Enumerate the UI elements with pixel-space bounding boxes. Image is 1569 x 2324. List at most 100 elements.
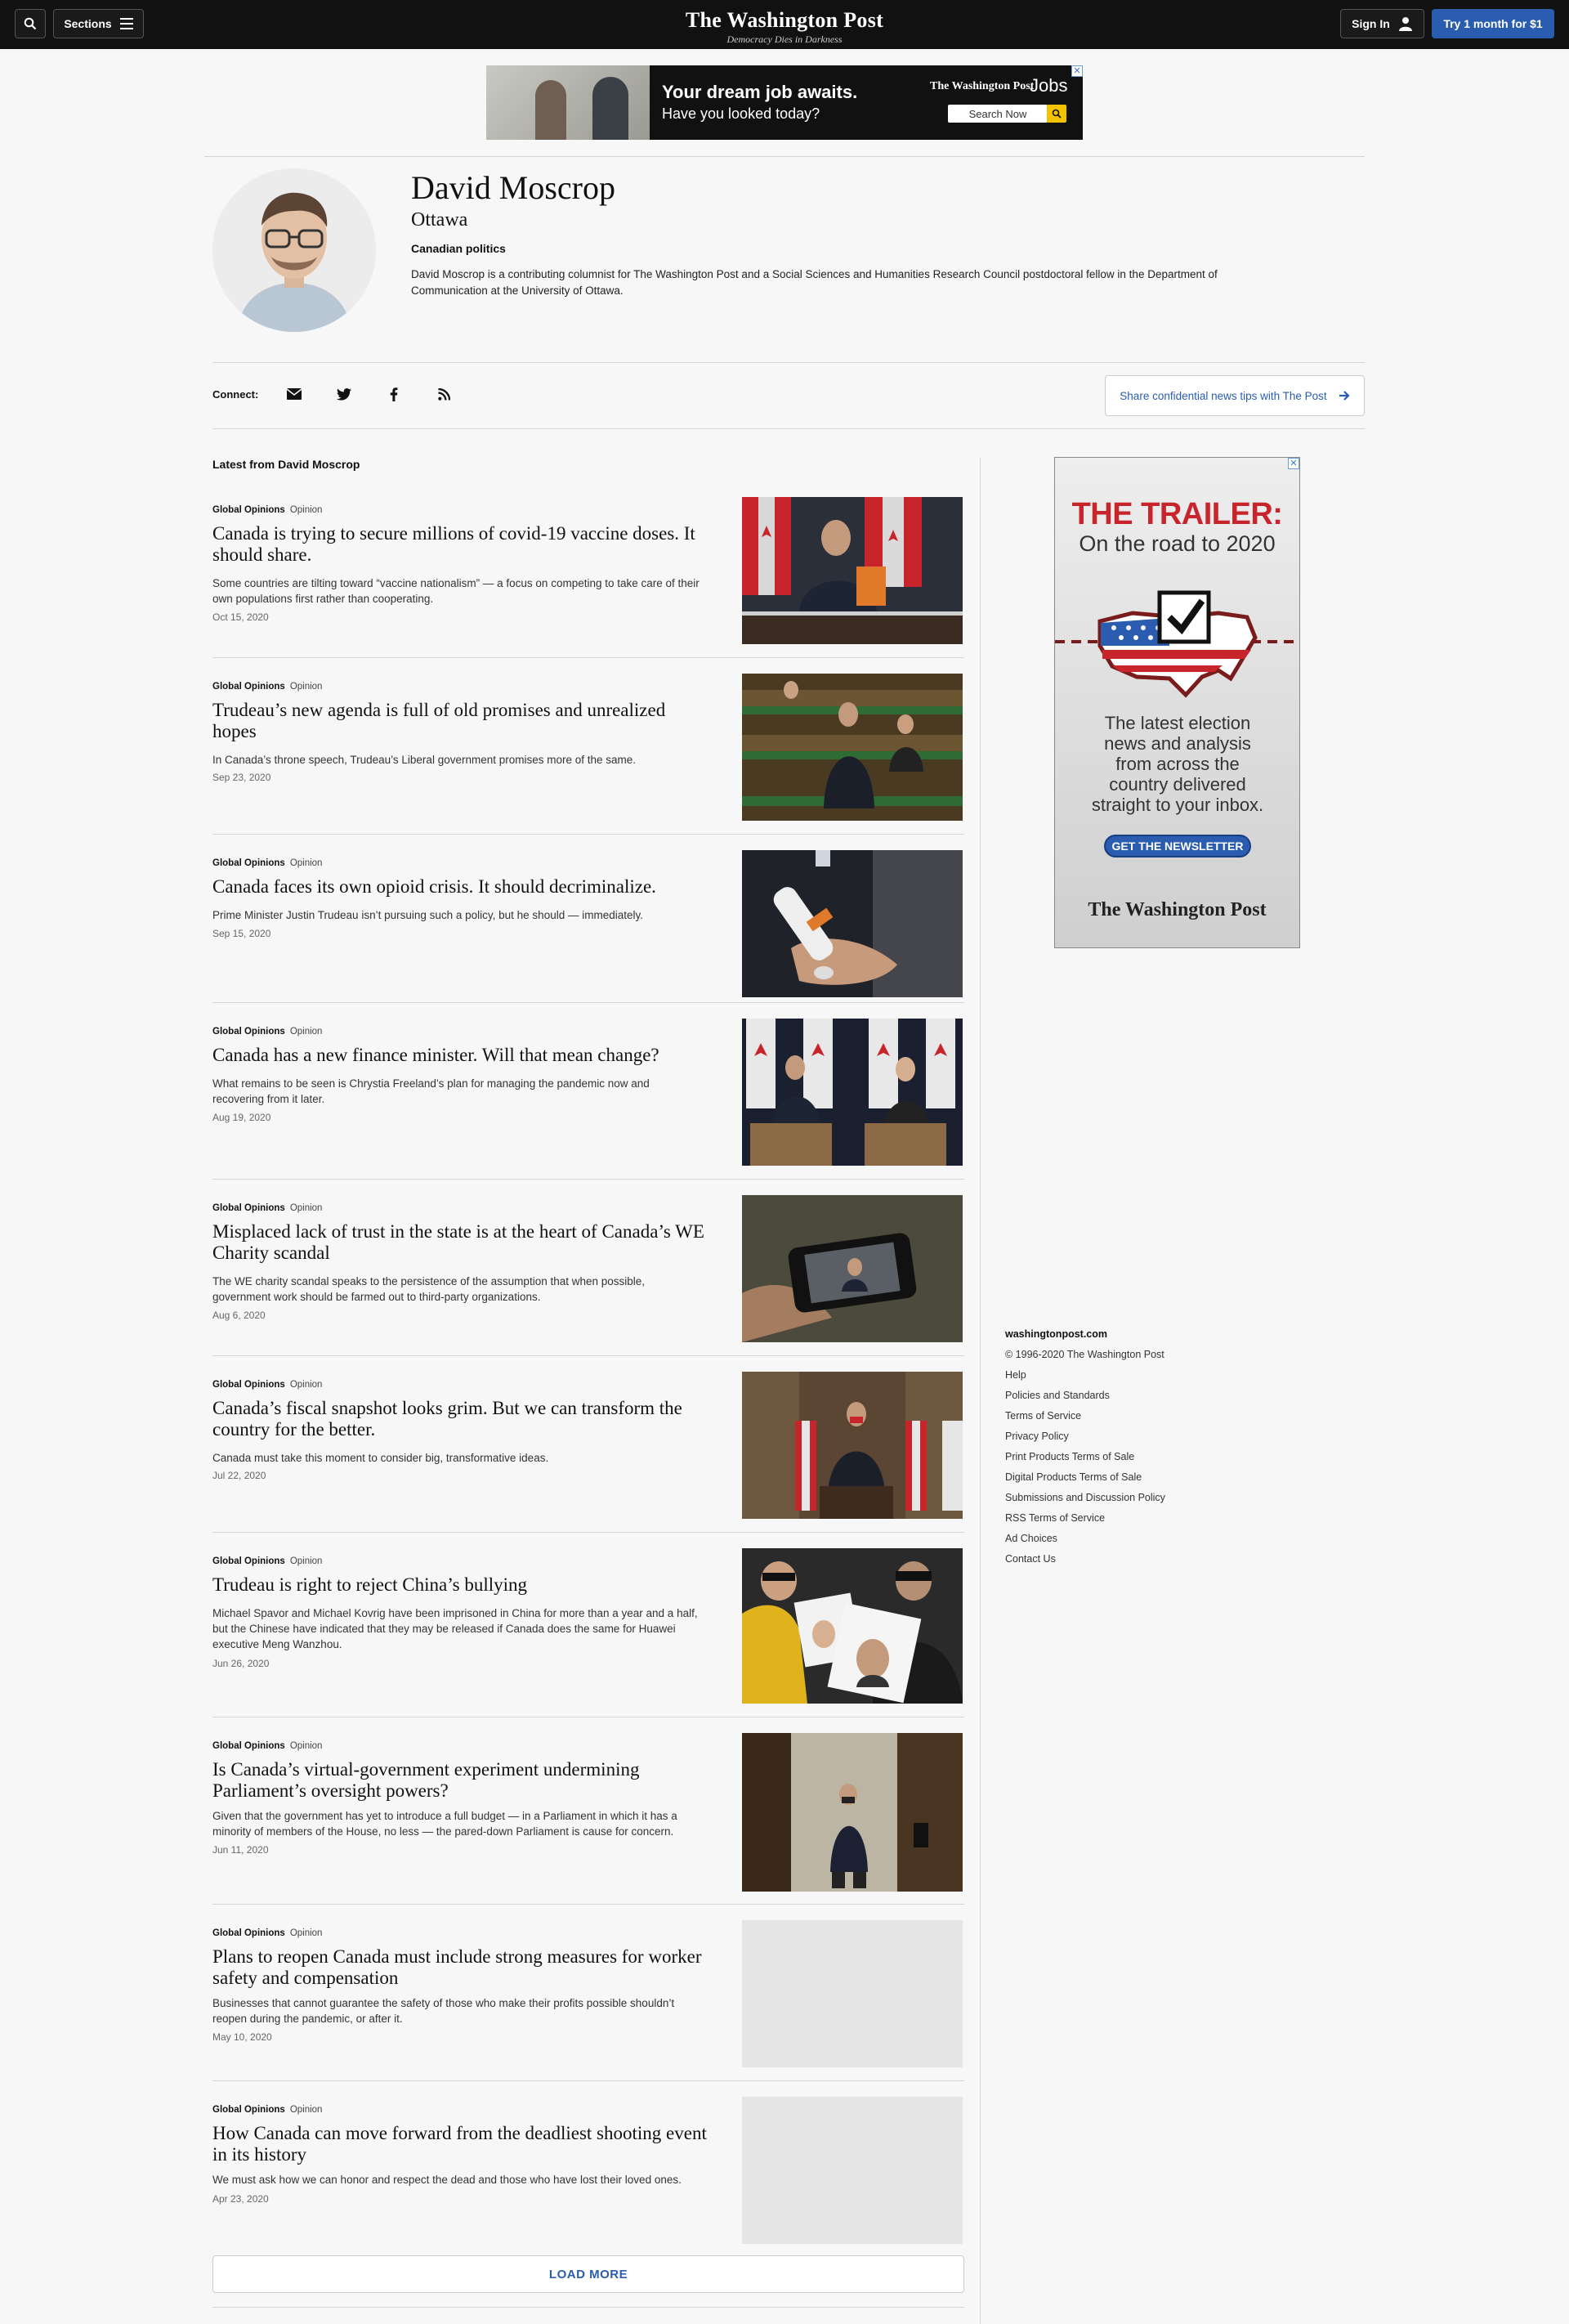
arrow-right-icon: [1339, 391, 1350, 401]
footer-link-submissions[interactable]: Submissions and Discussion Policy: [1005, 1492, 1250, 1512]
article-headline[interactable]: Misplaced lack of trust in the state is …: [212, 1221, 711, 1264]
article-headline[interactable]: How Canada can move forward from the dea…: [212, 2123, 711, 2165]
article-blurb: The WE charity scandal speaks to the per…: [212, 1275, 646, 1303]
article-divider: [212, 2080, 964, 2081]
article-type: Opinion: [289, 2105, 323, 2115]
article-divider: [212, 834, 964, 835]
article-headline[interactable]: Is Canada’s virtual-government experimen…: [212, 1759, 711, 1802]
load-more-button[interactable]: LOAD MORE: [212, 2255, 964, 2293]
divider: [204, 156, 1365, 157]
connect-label: Connect:: [212, 388, 259, 401]
article-type: Opinion: [289, 1380, 323, 1390]
footer-link-policies[interactable]: Policies and Standards: [1005, 1390, 1250, 1410]
ad-headline: Your dream job awaits.: [662, 82, 858, 102]
search-icon: [24, 17, 37, 30]
subscribe-button[interactable]: Try 1 month for $1: [1432, 9, 1554, 38]
footer-link-print-terms[interactable]: Print Products Terms of Sale: [1005, 1451, 1250, 1471]
article-thumbnail[interactable]: [742, 1019, 963, 1166]
article-section-link[interactable]: Global Opinions: [212, 1741, 285, 1751]
article-section-link[interactable]: Global Opinions: [212, 1203, 285, 1213]
footer-link-help[interactable]: Help: [1005, 1369, 1250, 1390]
facebook-icon[interactable]: [384, 384, 404, 404]
article-section-link[interactable]: Global Opinions: [212, 2105, 285, 2115]
article-date: Oct 15, 2020: [212, 611, 269, 623]
article-section-link[interactable]: Global Opinions: [212, 505, 285, 515]
article-headline[interactable]: Canada has a new finance minister. Will …: [212, 1045, 711, 1066]
footer-copyright: © 1996-2020 The Washington Post: [1005, 1349, 1164, 1360]
divider: [212, 428, 1365, 429]
article-thumbnail-placeholder[interactable]: [742, 2097, 963, 2244]
hamburger-icon: [119, 18, 133, 29]
article-blurb: Prime Minister Justin Trudeau isn’t purs…: [212, 909, 643, 921]
article-section-link[interactable]: Global Opinions: [212, 1027, 285, 1037]
search-button[interactable]: [15, 9, 46, 38]
article-section-link[interactable]: Global Opinions: [212, 1556, 285, 1566]
ad-subline: Have you looked today?: [662, 105, 820, 122]
article-headline[interactable]: Trudeau’s new agenda is full of old prom…: [212, 700, 711, 742]
footer-link-ad-choices[interactable]: Ad Choices: [1005, 1533, 1250, 1553]
footer-site[interactable]: washingtonpost.com: [1005, 1328, 1250, 1349]
footer-link-rss-terms[interactable]: RSS Terms of Service: [1005, 1512, 1250, 1533]
article-section-link[interactable]: Global Opinions: [212, 1928, 285, 1938]
article-headline[interactable]: Trudeau is right to reject China’s bully…: [212, 1574, 711, 1596]
sign-in-button[interactable]: Sign In: [1340, 9, 1424, 38]
article-blurb: We must ask how we can honor and respect…: [212, 2174, 682, 2186]
us-map-ballot-icon: [1055, 590, 1299, 698]
article-date: May 10, 2020: [212, 2031, 272, 2043]
article-headline[interactable]: Canada’s fiscal snapshot looks grim. But…: [212, 1398, 711, 1440]
article-section-link[interactable]: Global Opinions: [212, 1380, 285, 1390]
sections-button[interactable]: Sections: [53, 9, 144, 38]
article-headline[interactable]: Canada is trying to secure millions of c…: [212, 523, 711, 566]
article-type: Opinion: [289, 1027, 323, 1037]
footer-link-terms[interactable]: Terms of Service: [1005, 1410, 1250, 1431]
article-divider: [212, 1179, 964, 1180]
author-avatar: [212, 168, 376, 332]
section-title: Latest from David Moscrop: [212, 458, 360, 471]
footer-link-privacy[interactable]: Privacy Policy: [1005, 1431, 1250, 1451]
article-thumbnail[interactable]: [742, 1733, 963, 1892]
rss-icon[interactable]: [434, 384, 454, 404]
ad-body: The latest election news and analysis fr…: [1091, 713, 1264, 815]
author-bio: David Moscrop is a contributing columnis…: [411, 268, 1218, 297]
news-tips-button[interactable]: Share confidential news tips with The Po…: [1105, 375, 1365, 416]
article-type: Opinion: [289, 1928, 323, 1938]
column-divider: [980, 458, 981, 2324]
get-newsletter-button[interactable]: GET THE NEWSLETTER: [1104, 835, 1251, 858]
twitter-icon[interactable]: [334, 384, 354, 404]
email-icon[interactable]: [284, 384, 304, 404]
divider: [212, 2307, 964, 2308]
article-thumbnail[interactable]: [742, 1548, 963, 1704]
article-thumbnail-placeholder[interactable]: [742, 1920, 963, 2067]
footer-link-digital-terms[interactable]: Digital Products Terms of Sale: [1005, 1471, 1250, 1492]
article-blurb: What remains to be seen is Chrystia Free…: [212, 1077, 650, 1105]
ad-brand-logo: The Washington Post: [1088, 899, 1267, 920]
news-tips-label: Share confidential news tips with The Po…: [1120, 389, 1327, 402]
logo-tagline: Democracy Dies in Darkness: [726, 34, 843, 45]
article-thumbnail[interactable]: [742, 497, 963, 644]
article-thumbnail[interactable]: [742, 850, 963, 997]
site-logo[interactable]: The Washington Post Democracy Dies in Da…: [621, 8, 948, 46]
article-divider: [212, 1002, 964, 1003]
article-headline[interactable]: Canada faces its own opioid crisis. It s…: [212, 876, 711, 898]
article-thumbnail[interactable]: [742, 1372, 963, 1519]
article-headline[interactable]: Plans to reopen Canada must include stro…: [212, 1946, 711, 1989]
article-section-link[interactable]: Global Opinions: [212, 682, 285, 692]
ad-close-icon[interactable]: ✕: [1288, 458, 1299, 469]
article-thumbnail[interactable]: [742, 1195, 963, 1342]
article-thumbnail[interactable]: [742, 674, 963, 821]
top-nav: Sections The Washington Post Democracy D…: [0, 0, 1569, 49]
newsletter-ad[interactable]: THE TRAILER: On the road to 2020 The lat…: [1054, 457, 1300, 948]
article-divider: [212, 1355, 964, 1356]
footer-link-contact[interactable]: Contact Us: [1005, 1553, 1250, 1574]
divider: [212, 362, 1365, 363]
ad-close-icon[interactable]: ✕: [1071, 65, 1083, 77]
article-blurb: In Canada’s throne speech, Trudeau’s Lib…: [212, 754, 637, 766]
ad-photo: [486, 65, 650, 140]
article-blurb: Michael Spavor and Michael Kovrig have b…: [212, 1607, 698, 1650]
article-section-link[interactable]: Global Opinions: [212, 858, 285, 868]
jobs-ad-banner[interactable]: Your dream job awaits. Have you looked t…: [486, 65, 1083, 140]
sections-label: Sections: [64, 17, 112, 30]
article-date: Jun 11, 2020: [212, 1844, 269, 1856]
ad-search-button[interactable]: Search Now: [948, 105, 1048, 123]
ad-search-icon[interactable]: [1047, 105, 1066, 123]
